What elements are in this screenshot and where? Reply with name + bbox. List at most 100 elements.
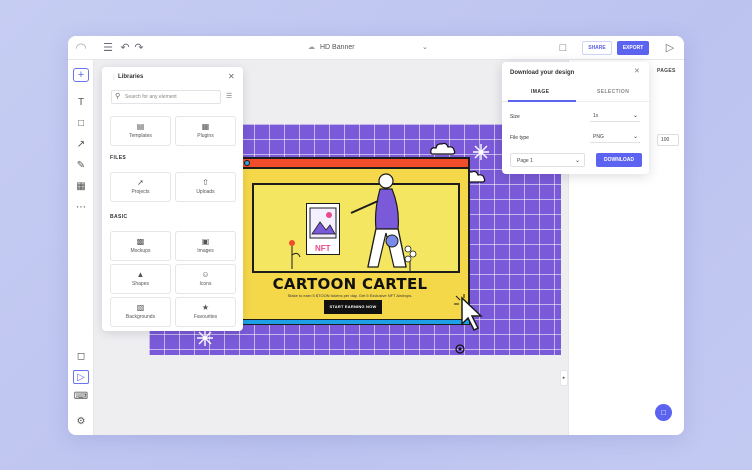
plugin-icon: ▦ xyxy=(201,122,210,131)
chevron-down-icon: ⌄ xyxy=(632,134,638,140)
nft-label: NFT xyxy=(315,244,331,253)
close-icon[interactable]: ✕ xyxy=(228,72,235,81)
search-placeholder: Search for any element xyxy=(125,94,177,100)
card-label: Shapes xyxy=(132,281,149,287)
card-label: Plugins xyxy=(197,133,214,139)
cursor-pointer-icon xyxy=(454,294,483,332)
library-card-mockups[interactable]: ▩ Mockups xyxy=(110,231,171,261)
keyboard-icon[interactable]: ⌨ xyxy=(73,390,89,404)
image-icon: ▣ xyxy=(201,237,210,246)
banner-headline: CARTOON CARTEL xyxy=(272,275,428,293)
more-tools-icon[interactable]: ⋯ xyxy=(73,201,89,215)
mountain-image-icon xyxy=(309,207,337,239)
size-select[interactable]: 1x ⌄ xyxy=(590,110,640,122)
plant-doodle-icon xyxy=(404,245,417,271)
card-label: Mockups xyxy=(130,248,151,254)
cloud-icon xyxy=(430,142,456,155)
library-card-templates[interactable]: ▤ Templates xyxy=(110,116,171,146)
help-chat-button[interactable]: □ xyxy=(655,404,672,421)
undo-icon[interactable]: ↶ xyxy=(118,41,132,55)
sparkle-icon xyxy=(473,144,489,160)
card-label: Uploads xyxy=(196,189,215,195)
arrow-tool-icon[interactable]: ↗ xyxy=(73,138,89,152)
search-icon: ⚲ xyxy=(115,93,121,100)
pen-tool-icon[interactable]: ✎ xyxy=(73,159,89,173)
banner-subline: Stake to earn 5 $TOON tokens per day. Ge… xyxy=(287,293,413,298)
download-button[interactable]: DOWNLOAD xyxy=(596,153,642,167)
comment-icon[interactable]: □ xyxy=(556,41,570,55)
browser-bottom-bar xyxy=(230,319,470,325)
shapes-icon: ▲ xyxy=(136,270,145,279)
sparkle-icon xyxy=(197,330,213,346)
image-tool-icon[interactable]: ▦ xyxy=(73,180,89,194)
filetype-value: PNG xyxy=(593,134,604,140)
filetype-select[interactable]: PNG ⌄ xyxy=(590,131,640,143)
document-title-label: HD Banner xyxy=(320,44,355,51)
search-input[interactable]: ⚲ Search for any element xyxy=(111,90,221,104)
library-card-favourites[interactable]: ★ Favourites xyxy=(175,297,236,327)
redo-icon[interactable]: ↷ xyxy=(132,41,146,55)
browser-mockup: NFT CARTOON CARTEL Stake to earn 5 $TOON… xyxy=(226,157,470,325)
basic-heading: BASIC xyxy=(110,214,128,220)
menu-icon[interactable]: ☰ xyxy=(101,41,115,55)
card-label: Favourites xyxy=(193,314,218,320)
layers-icon[interactable]: ◻ xyxy=(73,350,89,364)
filter-icon[interactable]: ☰ xyxy=(226,92,232,100)
library-card-shapes[interactable]: ▲ Shapes xyxy=(110,264,171,294)
favourites-icon: ★ xyxy=(201,303,210,312)
opacity-field[interactable]: 100 xyxy=(657,134,679,146)
close-icon[interactable]: ✕ xyxy=(634,67,640,75)
card-label: Backgrounds xyxy=(125,314,156,320)
tab-pages[interactable]: PAGES xyxy=(657,68,676,74)
backgrounds-icon: ▧ xyxy=(136,303,145,312)
app-logo-icon: ◠ xyxy=(75,40,87,55)
top-toolbar: ◠ ☰ ↶ ↷ ☁ HD Banner ⌄ □ SHARE EXPORT ▷ xyxy=(68,36,684,60)
active-tab-indicator xyxy=(508,100,576,102)
upload-icon: ⇧ xyxy=(202,178,209,187)
smiley-icon: ☺ xyxy=(201,270,210,279)
add-icon[interactable]: + xyxy=(73,68,89,82)
rectangle-tool-icon[interactable]: □ xyxy=(73,117,89,131)
illustration-frame: NFT xyxy=(252,173,460,273)
collapse-panel-icon[interactable]: ▸ xyxy=(560,370,568,386)
gear-doodle-icon xyxy=(455,344,465,354)
size-value: 1x xyxy=(593,113,599,119)
app-window: ◠ ☰ ↶ ↷ ☁ HD Banner ⌄ □ SHARE EXPORT ▷ +… xyxy=(68,36,684,435)
card-label: Images xyxy=(197,248,214,254)
library-card-projects[interactable]: ➚ Projects xyxy=(110,172,171,202)
cloud-icon: ☁ xyxy=(308,44,315,51)
tab-image[interactable]: IMAGE xyxy=(531,89,549,95)
share-button[interactable]: SHARE xyxy=(582,41,612,55)
play-preview-icon[interactable]: ▷ xyxy=(73,370,89,384)
tab-selection[interactable]: SELECTION xyxy=(597,89,629,95)
library-card-plugins[interactable]: ▦ Plugins xyxy=(175,116,236,146)
left-toolbar: + T □ ↗ ✎ ▦ ⋯ ◻ ▷ ⌨ ⚙ xyxy=(68,60,94,435)
libraries-panel: ⋮ Libraries ✕ ⚲ Search for any element ☰… xyxy=(102,67,243,331)
chevron-down-icon: ⌄ xyxy=(574,158,580,164)
page-select[interactable]: Page 1 ⌄ xyxy=(510,153,585,167)
drag-handle-icon[interactable]: ⋮ xyxy=(111,74,117,81)
settings-icon[interactable]: ⚙ xyxy=(73,415,89,429)
rocket-icon: ➚ xyxy=(137,178,144,187)
template-icon: ▤ xyxy=(136,122,145,131)
flower-doodle-icon xyxy=(289,240,301,269)
library-card-icons[interactable]: ☺ Icons xyxy=(175,264,236,294)
filetype-label: File type xyxy=(510,135,529,141)
window-dot xyxy=(244,160,250,166)
document-title[interactable]: ☁ HD Banner xyxy=(308,36,355,60)
play-icon[interactable]: ▷ xyxy=(663,41,677,55)
chevron-down-icon: ⌄ xyxy=(632,113,638,119)
page-value: Page 1 xyxy=(517,158,533,164)
text-tool-icon[interactable]: T xyxy=(73,96,89,110)
chevron-down-icon[interactable]: ⌄ xyxy=(422,36,428,60)
card-label: Icons xyxy=(199,281,212,287)
mockup-icon: ▩ xyxy=(136,237,145,246)
library-card-uploads[interactable]: ⇧ Uploads xyxy=(175,172,236,202)
cta-button: START EARNING NOW xyxy=(324,300,382,314)
browser-title-bar xyxy=(226,157,470,169)
library-card-backgrounds[interactable]: ▧ Backgrounds xyxy=(110,297,171,327)
library-card-images[interactable]: ▣ Images xyxy=(175,231,236,261)
libraries-title: Libraries xyxy=(118,74,144,80)
export-button[interactable]: EXPORT xyxy=(617,41,649,55)
card-label: Projects xyxy=(131,189,150,195)
